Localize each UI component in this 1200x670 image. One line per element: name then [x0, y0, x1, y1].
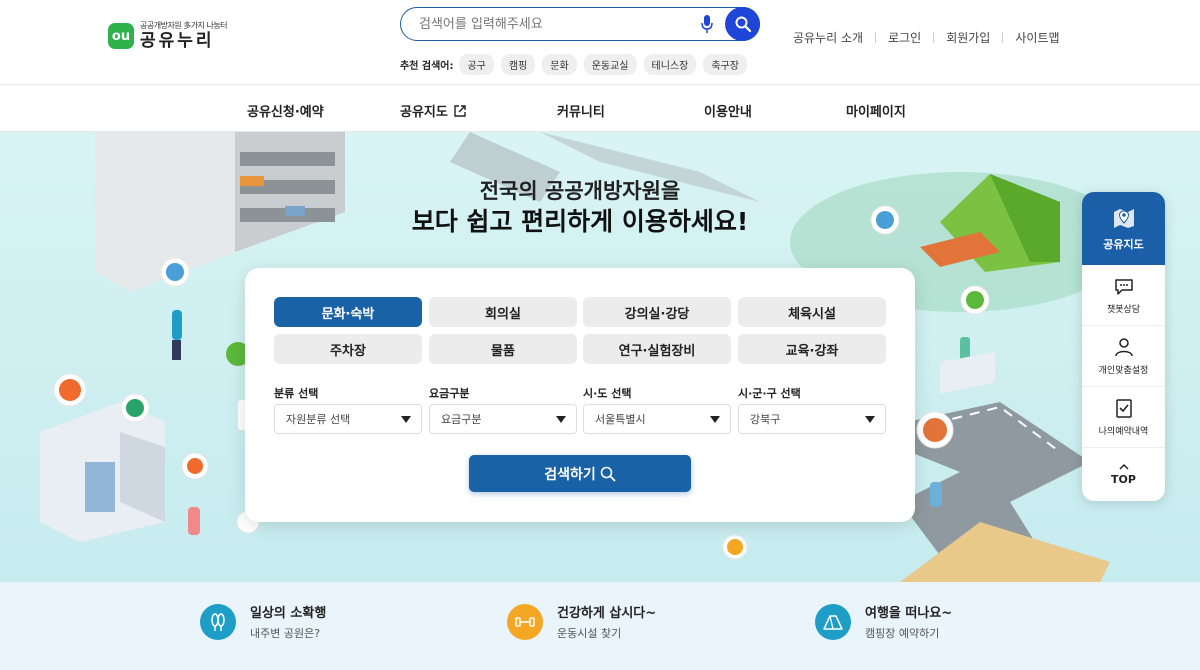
nav-mypage[interactable]: 마이페이지 — [846, 101, 906, 120]
park-icon — [200, 603, 236, 640]
logo-name: 공유누리 — [140, 31, 215, 51]
site-header: ou 공공개방자원 多가지 나눔터 공유누리 추천 검색어: 공구 캠핑 문화 … — [0, 0, 1200, 85]
main-nav: 공유신청·예약 공유지도 커뮤니티 이용안내 마이페이지 — [0, 86, 1200, 132]
keyword-tag[interactable]: 운동교실 — [583, 54, 637, 75]
theme-subtitle: 캠핑장 예약하기 — [865, 627, 940, 640]
category-education[interactable]: 교육·강좌 — [738, 334, 886, 364]
keyword-tag[interactable]: 문화 — [542, 54, 577, 75]
nav-community[interactable]: 커뮤니티 — [557, 101, 605, 120]
dropdown-arrow-icon — [556, 416, 566, 423]
divider — [1002, 32, 1004, 43]
category-culture-lodging[interactable]: 문화·숙박 — [274, 297, 422, 327]
scroll-top-label: TOP — [1111, 472, 1136, 486]
utility-links: 공유누리 소개 로그인 회원가입 사이트맵 — [793, 29, 1060, 46]
theme-title: 건강하게 삽시다~ — [557, 606, 657, 621]
search-panel: 문화·숙박 회의실 강의실·강당 체육시설 주차장 물품 연구·실험장비 교육·… — [245, 268, 915, 522]
checklist-icon — [1115, 399, 1132, 418]
keyword-tag[interactable]: 축구장 — [703, 54, 747, 75]
quick-map-button[interactable]: 공유지도 — [1082, 192, 1165, 265]
link-signup[interactable]: 회원가입 — [946, 29, 990, 46]
category-sports-facility[interactable]: 체육시설 — [738, 297, 886, 327]
chat-bubble-icon — [1114, 279, 1133, 295]
keyword-tag[interactable]: 공구 — [459, 54, 494, 75]
keyword-tag[interactable]: 테니스장 — [643, 54, 697, 75]
theme-title: 일상의 소확행 — [250, 606, 327, 621]
dumbbell-icon — [507, 603, 543, 640]
external-link-icon — [454, 104, 466, 117]
map-pin-icon — [1113, 208, 1134, 228]
quick-chatbot-label: 챗봇상담 — [1106, 305, 1141, 315]
select-resource-type[interactable]: 자원분류 선택 — [274, 404, 422, 434]
nav-guide[interactable]: 이용안내 — [704, 101, 752, 120]
search-box — [400, 7, 760, 41]
search-input[interactable] — [419, 16, 689, 32]
category-lecture-hall[interactable]: 강의실·강당 — [583, 297, 731, 327]
theme-link-camping[interactable]: 여행을 떠나요~ 캠핑장 예약하기 — [815, 602, 952, 641]
user-icon — [1114, 338, 1133, 357]
category-research-equipment[interactable]: 연구·실험장비 — [583, 334, 731, 364]
search-button[interactable] — [725, 7, 760, 41]
select-value: 강북구 — [750, 413, 781, 426]
quick-personal-label: 개인맞춤설정 — [1098, 366, 1149, 376]
filter-label: 분류 선택 — [274, 387, 319, 400]
search-icon — [600, 466, 616, 481]
theme-title: 여행을 떠나요~ — [865, 606, 953, 621]
scroll-top-button[interactable]: TOP — [1082, 448, 1165, 500]
filter-label: 시·군·구 선택 — [738, 387, 801, 400]
hero-title-line2: 보다 쉽고 편리하게 이용하세요! — [411, 207, 749, 236]
quick-map-label: 공유지도 — [1103, 237, 1144, 251]
theme-subtitle: 운동시설 찾기 — [557, 627, 622, 640]
filter-label: 요금구분 — [429, 387, 470, 400]
divider — [933, 32, 935, 43]
category-goods[interactable]: 물품 — [429, 334, 577, 364]
dropdown-arrow-icon — [865, 416, 875, 423]
link-about[interactable]: 공유누리 소개 — [793, 29, 863, 46]
nav-map-label: 공유지도 — [400, 105, 448, 120]
filter-label: 시·도 선택 — [583, 387, 632, 400]
select-value: 서울특별시 — [595, 413, 646, 426]
theme-subtitle: 내주변 공원은? — [250, 627, 321, 640]
divider — [875, 32, 877, 43]
dropdown-arrow-icon — [710, 416, 720, 423]
keyword-tag[interactable]: 캠핑 — [500, 54, 536, 75]
dropdown-arrow-icon — [401, 416, 411, 423]
category-meeting-room[interactable]: 회의실 — [429, 297, 577, 327]
theme-links: 일상의 소확행 내주변 공원은? 건강하게 삽시다~ 운동시설 찾기 여행을 떠… — [0, 582, 1200, 670]
quick-reservations-label: 나의예약내역 — [1098, 427, 1149, 437]
search-icon — [735, 16, 751, 32]
quick-my-reservations[interactable]: 나의예약내역 — [1082, 387, 1165, 448]
select-fee-type[interactable]: 요금구분 — [429, 404, 577, 434]
recommended-keywords: 추천 검색어: 공구 캠핑 문화 운동교실 테니스장 축구장 — [400, 54, 754, 75]
theme-link-sports[interactable]: 건강하게 삽시다~ 운동시설 찾기 — [507, 602, 656, 641]
link-sitemap[interactable]: 사이트맵 — [1015, 29, 1059, 46]
category-parking[interactable]: 주차장 — [274, 334, 422, 364]
logo-mark: ou — [108, 23, 134, 49]
search-button-label: 검색하기 — [544, 466, 596, 483]
quick-menu: 공유지도 챗봇상담 개인맞춤설정 나의예약내역 TOP — [1082, 192, 1165, 501]
resource-search-button[interactable]: 검색하기 — [469, 455, 691, 492]
hero-title-line1: 전국의 공공개방자원을 — [479, 179, 681, 203]
quick-personal-settings[interactable]: 개인맞춤설정 — [1082, 326, 1165, 387]
nav-apply[interactable]: 공유신청·예약 — [247, 101, 324, 120]
microphone-icon[interactable] — [701, 15, 713, 33]
quick-chatbot[interactable]: 챗봇상담 — [1082, 265, 1165, 326]
chevron-up-icon — [1118, 463, 1129, 470]
select-district[interactable]: 강북구 — [738, 404, 886, 434]
tent-icon — [815, 603, 851, 640]
recommended-label: 추천 검색어: — [400, 61, 454, 72]
hero-section: 전국의 공공개방자원을 보다 쉽고 편리하게 이용하세요! 문화·숙박 회의실 … — [0, 132, 1200, 582]
theme-link-park[interactable]: 일상의 소확행 내주변 공원은? — [200, 602, 326, 641]
site-logo[interactable]: ou 공공개방자원 多가지 나눔터 공유누리 — [108, 21, 228, 51]
link-login[interactable]: 로그인 — [888, 29, 921, 46]
select-province[interactable]: 서울특별시 — [583, 404, 731, 434]
nav-map[interactable]: 공유지도 — [400, 101, 466, 120]
select-value: 요금구분 — [441, 413, 482, 426]
logo-tagline: 공공개방자원 多가지 나눔터 — [140, 21, 228, 30]
select-value: 자원분류 선택 — [286, 413, 351, 426]
